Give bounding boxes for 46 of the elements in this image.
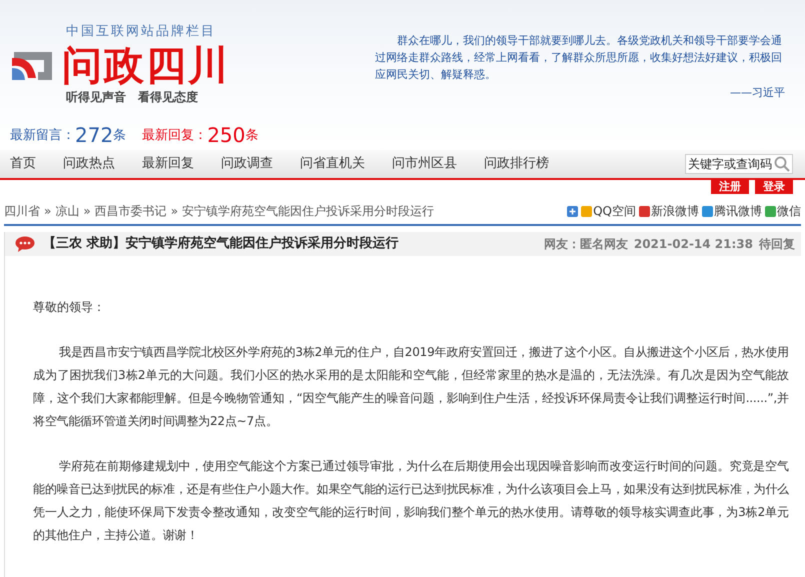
post-status: 待回复	[759, 236, 795, 253]
share-icon	[765, 206, 776, 216]
stat-unit: 条	[245, 127, 258, 145]
search-icon[interactable]	[774, 156, 790, 172]
auth-button[interactable]: 登录	[755, 180, 793, 194]
stat-label: 最新留言：	[10, 127, 75, 145]
body-paragraph: 学府苑在前期修建规划中，使用空气能这个方案已通过领导审批，为什么在后期使用会出现因噪音影响而改变运行时间的问题。究竟是空气能的噪音已达到扰民的标准，还是有些住户小题大作。如果空气能的运行已达到扰民标准，为什么该项目会上马，如果没有达到扰民标准，为什么凭一人之力，能使环保局下发责令整改通知，改变空气能的运行时间，影响我们整个单元的热水使用。请尊敬的领导核实调查此事，为3栋2单元的其他住户，主持公道。谢谢！	[33, 458, 789, 544]
search-field[interactable]: 关键字或查询码	[685, 154, 793, 174]
breadcrumb-separator: »	[170, 203, 178, 220]
quote-text: 群众在哪儿，我们的领导干部就要到哪儿去。各级党政机关和领导干部要学会通过网络走群众路线，经常上网看看，了解群众所思所愿，收集好想法好建议，积极回应网民关切、解疑释惑。	[375, 33, 783, 83]
share-link[interactable]: 新浪微博	[639, 202, 699, 220]
breadcrumb-link[interactable]: 凉山	[55, 202, 80, 220]
post-title: 【三农 求助】安宁镇学府苑空气能因住户投诉采用分时段运行	[43, 234, 399, 254]
breadcrumb-link[interactable]: 安宁镇学府苑空气能因住户投诉采用分时段运行	[182, 202, 434, 220]
greeting-text: 尊敬的领导：	[33, 299, 106, 316]
nav-link[interactable]: 问市州区县	[392, 154, 457, 174]
nav-link[interactable]: 首页	[10, 154, 36, 174]
stat-count: 272	[75, 124, 114, 146]
stat-count: 250	[207, 124, 246, 146]
nav-link[interactable]: 最新回复	[142, 154, 194, 174]
breadcrumb-link[interactable]: 四川省	[4, 202, 40, 220]
breadcrumb-separator: »	[83, 203, 91, 220]
share-icon	[581, 206, 592, 216]
stat-unit: 条	[113, 127, 126, 145]
share-icon	[702, 206, 713, 216]
stat-label: 最新回复：	[142, 127, 208, 145]
auth-button[interactable]: 注册	[711, 180, 749, 194]
share-link[interactable]: QQ空间	[581, 202, 636, 220]
post-date: 2021-02-14 21:38	[634, 236, 753, 253]
nav-link[interactable]: 问政排行榜	[484, 154, 549, 174]
speech-bubble-icon	[15, 236, 35, 252]
body-paragraph: 我是西昌市安宁镇西昌学院北校区外学府苑的3栋2单元的住户，自2019年政府安置回迁，搬进了这个小区。自从搬进这个小区后，热水使用成为了困扰我们3栋2单元的大问题。我们小区的热水采用的是太阳能和空气能，但经常家里的热水是温的，无法洗澡。有几次是因为空气能故障，这个我们大家都能理解。但是今晚物管通知，“因空气能产生的噪音问题，影响到住户生活，经投诉环保局责令让我们调整运行时间......”,并将空气能循环管道关闭时间调整为22点~7点。	[33, 344, 789, 430]
share-link[interactable]: 腾讯微博	[702, 202, 762, 220]
post-author: 网友：匿名网友	[544, 236, 628, 253]
quote-author: ——习近平	[730, 85, 785, 101]
logo-text: 问政四川	[62, 44, 230, 88]
plus-icon[interactable]	[567, 206, 578, 216]
brand-slogan: 听得见声音 看得见态度	[66, 88, 199, 106]
nav-link[interactable]: 问省直机关	[300, 154, 365, 174]
share-icon	[639, 206, 650, 216]
breadcrumb-separator: »	[44, 203, 52, 220]
nav-link[interactable]: 问政调查	[221, 154, 273, 174]
breadcrumb-link[interactable]: 西昌市委书记	[94, 202, 167, 220]
nav-link[interactable]: 问政热点	[63, 154, 115, 174]
share-link[interactable]: 微信	[765, 202, 801, 220]
brand-tagline: 中国互联网站品牌栏目	[66, 23, 217, 41]
